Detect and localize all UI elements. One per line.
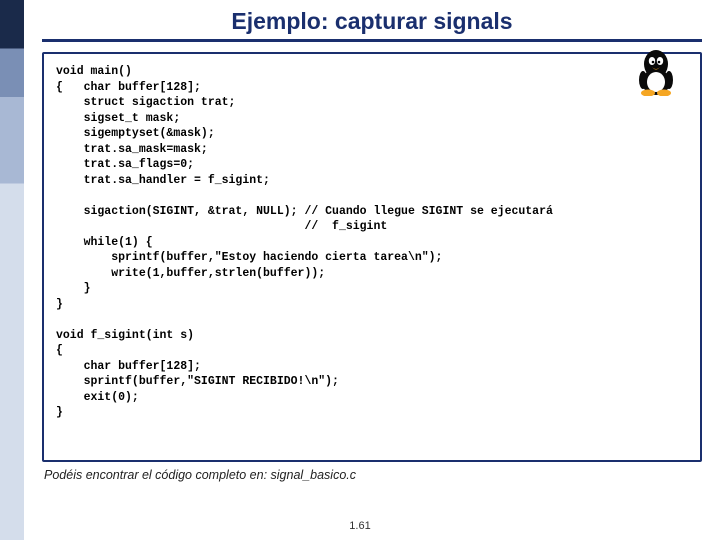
slide-content: Ejemplo: capturar signals void main() { … (24, 0, 720, 540)
slide-title: Ejemplo: capturar signals (42, 8, 702, 35)
page-number: 1.61 (0, 520, 720, 532)
title-rule (42, 39, 702, 42)
code-listing: void main() { char buffer[128]; struct s… (56, 64, 688, 421)
code-box: void main() { char buffer[128]; struct s… (42, 52, 702, 462)
side-accent-bar (0, 0, 24, 540)
tux-icon (634, 44, 678, 96)
footnote-text: Podéis encontrar el código completo en: … (44, 468, 702, 482)
